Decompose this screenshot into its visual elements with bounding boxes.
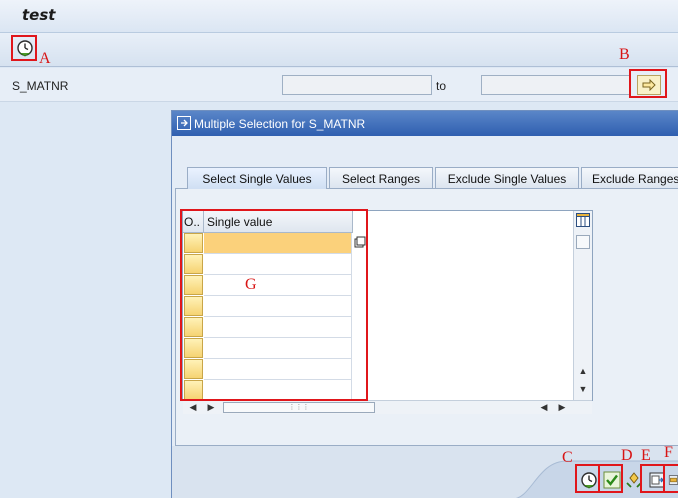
annotation-label-g: G <box>245 276 257 293</box>
annotation-box-c <box>575 464 600 493</box>
chevron-right-icon: ▶ <box>207 401 215 412</box>
tab-label: Exclude Ranges <box>592 171 678 186</box>
chevron-up-icon: ▲ <box>578 366 588 376</box>
chevron-right-icon: ▶ <box>558 401 566 412</box>
tab-exclude-single-values[interactable]: Exclude Single Values <box>435 167 579 189</box>
high-value-input[interactable] <box>481 75 631 95</box>
horizontal-scrollbar[interactable]: ◀ ▶ ⋮⋮⋮ ◀ ▶ <box>183 400 592 414</box>
to-label: to <box>436 79 447 93</box>
vertical-scrollbar[interactable]: ▲ ▼ <box>573 211 592 400</box>
scroll-right-button-b[interactable]: ▶ <box>554 399 570 415</box>
field-label: S_MATNR <box>12 79 69 93</box>
annotation-box-e <box>640 464 665 493</box>
chevron-left-icon: ◀ <box>540 401 548 412</box>
annotation-box-f <box>663 464 678 493</box>
page-title: test <box>22 6 56 24</box>
annotation-label-e: E <box>641 447 651 464</box>
annotation-box-a <box>11 35 37 61</box>
dialog-title-bar: Multiple Selection for S_MATNR <box>172 111 678 136</box>
tab-label: Select Single Values <box>202 171 312 186</box>
annotation-box-d <box>598 464 623 493</box>
chevron-left-icon: ◀ <box>189 401 197 412</box>
annotation-label-b: B <box>619 46 630 63</box>
annotation-label-f: F <box>664 444 673 461</box>
scroll-right-button-a[interactable]: ▶ <box>203 399 219 415</box>
chevron-down-icon: ▼ <box>578 384 588 394</box>
scroll-left-button-b[interactable]: ◀ <box>536 399 552 415</box>
selection-row: S_MATNR to <box>0 68 678 102</box>
tab-exclude-ranges[interactable]: Exclude Ranges <box>581 167 678 189</box>
scroll-left-button[interactable]: ◀ <box>185 399 201 415</box>
application-toolbar <box>0 33 678 67</box>
horizontal-scroll-thumb[interactable]: ⋮⋮⋮ <box>223 402 375 413</box>
annotation-box-g <box>180 209 368 401</box>
dialog-title: Multiple Selection for S_MATNR <box>194 117 366 131</box>
annotation-box-b <box>629 69 667 98</box>
title-bar: test <box>0 0 678 33</box>
table-settings-icon <box>576 213 590 227</box>
tab-label: Exclude Single Values <box>447 171 567 186</box>
scroll-down-button[interactable]: ▼ <box>575 381 591 397</box>
dialog-window-icon <box>177 116 191 130</box>
tab-select-ranges[interactable]: Select Ranges <box>329 167 433 189</box>
low-value-input[interactable] <box>282 75 432 95</box>
scrollbar-thumb[interactable] <box>576 235 590 249</box>
annotation-label-c: C <box>562 449 573 466</box>
annotation-label-d: D <box>621 447 633 464</box>
annotation-label-a: A <box>39 50 51 67</box>
scroll-up-button[interactable]: ▲ <box>575 363 591 379</box>
tab-select-single-values[interactable]: Select Single Values <box>187 167 327 189</box>
tab-label: Select Ranges <box>341 171 421 186</box>
table-settings-button[interactable] <box>575 212 591 228</box>
